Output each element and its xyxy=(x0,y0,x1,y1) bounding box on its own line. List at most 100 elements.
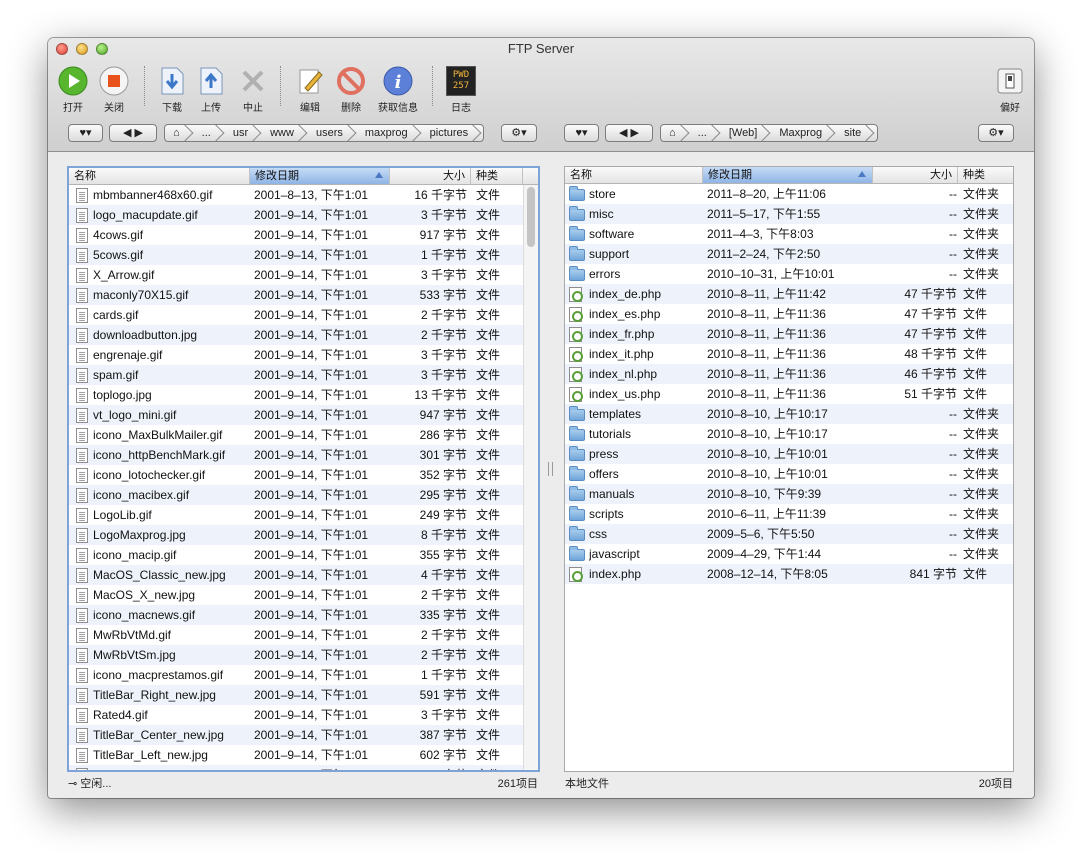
column-size-header[interactable]: 大小 xyxy=(873,167,958,183)
column-modified-header[interactable]: 修改日期 xyxy=(703,167,873,183)
list-item[interactable]: index_nl.php 2010–8–11, 上午11:36 46 千字节 文件 xyxy=(565,364,1013,384)
folder-icon xyxy=(569,486,585,501)
list-item[interactable]: vt_logo_mini.gif 2001–9–14, 下午1:01 947 字节文… xyxy=(69,405,538,425)
log-button[interactable]: PWD 257 日志 xyxy=(439,64,483,114)
list-item[interactable]: icono_macprestamos.gif 2001–9–14, 下午1:01 1… xyxy=(69,665,538,685)
remote-history-nav[interactable]: ◀ ▶ xyxy=(109,124,157,142)
upload-button[interactable]: 上传 xyxy=(189,64,233,114)
breadcrumb-item[interactable]: ... xyxy=(684,125,715,141)
file-date: 2001–9–15, 下午1:01 xyxy=(254,765,389,770)
breadcrumb-item[interactable]: usr xyxy=(219,125,256,141)
list-item[interactable]: mbmbanner468x60.gif 2001–8–13, 下午1:01 16 千… xyxy=(69,185,538,205)
list-item[interactable]: downloadbutton.jpg 2001–9–14, 下午1:01 2 千字节… xyxy=(69,325,538,345)
list-item[interactable]: spam.gif 2001–9–14, 下午1:01 3 千字节 文件 xyxy=(69,365,538,385)
local-file-list[interactable]: 名称 修改日期 大小 种类 store 2011–8–20, 上午11:06 -- 文… xyxy=(564,166,1014,772)
remote-favorites-button[interactable]: ♥▾ xyxy=(68,124,103,142)
list-item[interactable]: cards.gif 2001–9–14, 下午1:01 2 千字节 文件 xyxy=(69,305,538,325)
list-item[interactable]: offers 2010–8–10, 上午10:01 -- 文件夹 xyxy=(565,464,1013,484)
list-item[interactable]: javascript 2009–4–29, 下午1:44 -- 文件夹 xyxy=(565,544,1013,564)
list-item[interactable]: icono_macip.gif 2001–9–14, 下午1:01 355 字节 文件 xyxy=(69,545,538,565)
list-item[interactable]: icono_MaxBulkMailer.gif 2001–9–14, 下午1:01… xyxy=(69,425,538,445)
list-item[interactable]: TitleBar_Right_new.jpg 2001–9–14, 下午1:01 5… xyxy=(69,685,538,705)
list-item[interactable]: icono_macibex.gif 2001–9–14, 下午1:01 295 字节… xyxy=(69,485,538,505)
list-item[interactable]: templates 2010–8–10, 上午10:17 -- 文件夹 xyxy=(565,404,1013,424)
edit-button[interactable]: 编辑 xyxy=(288,64,332,114)
list-item[interactable]: MacOS_X_new.jpg 2001–9–14, 下午1:01 2 千字节 文件 xyxy=(69,585,538,605)
list-item[interactable]: index.php 2008–12–14, 下午8:05 841 字节 文件 xyxy=(565,564,1013,584)
list-item[interactable]: tutorials 2010–8–10, 上午10:17 -- 文件夹 xyxy=(565,424,1013,444)
local-favorites-button[interactable]: ♥▾ xyxy=(564,124,599,142)
remote-scrollbar[interactable] xyxy=(523,185,538,770)
pane-splitter[interactable] xyxy=(548,462,553,476)
file-name: LogoMaxprog.jpg xyxy=(93,528,186,542)
list-item[interactable]: engrenaje.gif 2001–9–14, 下午1:01 3 千字节 文件 xyxy=(69,345,538,365)
plug-icon: ⊸ xyxy=(68,778,78,790)
download-button[interactable]: 下载 xyxy=(150,64,194,114)
list-item[interactable]: Rated4.gif 2001–9–14, 下午1:01 3 千字节 文件 xyxy=(69,705,538,725)
list-item[interactable]: 4cows.gif 2001–9–14, 下午1:01 917 字节 文件 xyxy=(69,225,538,245)
column-modified-header[interactable]: 修改日期 xyxy=(250,168,390,184)
list-item[interactable]: TitleBar_Center.jpg 2001–9–15, 下午1:01417 … xyxy=(69,765,538,770)
list-item[interactable]: LogoLib.gif 2001–9–14, 下午1:01 249 字节 文件 xyxy=(69,505,538,525)
home-icon[interactable]: ⌂ xyxy=(165,125,188,141)
breadcrumb-item[interactable]: site xyxy=(830,125,869,141)
local-history-nav[interactable]: ◀ ▶ xyxy=(605,124,653,142)
list-item[interactable]: icono_lotochecker.gif 2001–9–14, 下午1:01 35… xyxy=(69,465,538,485)
list-item[interactable]: X_Arrow.gif 2001–9–14, 下午1:01 3 千字节 文件 xyxy=(69,265,538,285)
column-name-header[interactable]: 名称 xyxy=(69,168,250,184)
column-kind-header[interactable]: 种类 xyxy=(958,167,1013,183)
list-item[interactable]: press 2010–8–10, 上午10:01 -- 文件夹 xyxy=(565,444,1013,464)
list-item[interactable]: index_de.php 2010–8–11, 上午11:42 47 千字节 文件 xyxy=(565,284,1013,304)
remote-action-menu[interactable]: ⚙▾ xyxy=(501,124,537,142)
list-item[interactable]: LogoMaxprog.jpg 2001–9–14, 下午1:01 8 千字节 文件 xyxy=(69,525,538,545)
list-item[interactable]: TitleBar_Left_new.jpg 2001–9–14, 下午1:01 60… xyxy=(69,745,538,765)
file-kind: 文件 xyxy=(963,387,988,401)
breadcrumb-item[interactable]: pictures xyxy=(416,125,477,141)
list-item[interactable]: errors 2010–10–31, 上午10:01 -- 文件夹 xyxy=(565,264,1013,284)
column-kind-header[interactable]: 种类 xyxy=(471,168,523,184)
close-connection-button[interactable]: 关闭 xyxy=(92,64,136,114)
breadcrumb-item[interactable]: [Web] xyxy=(715,125,766,141)
breadcrumb-item[interactable]: maxprog xyxy=(351,125,416,141)
list-item[interactable]: MwRbVtMd.gif 2001–9–14, 下午1:01 2 千字节 文件 xyxy=(69,625,538,645)
list-item[interactable]: css 2009–5–6, 下午5:50 -- 文件夹 xyxy=(565,524,1013,544)
column-name-header[interactable]: 名称 xyxy=(565,167,703,183)
breadcrumb-item[interactable]: www xyxy=(256,125,302,141)
list-item[interactable]: store 2011–8–20, 上午11:06 -- 文件夹 xyxy=(565,184,1013,204)
preferences-button[interactable]: 偏好 xyxy=(988,64,1032,114)
list-item[interactable]: icono_httpBenchMark.gif 2001–9–14, 下午1:01… xyxy=(69,445,538,465)
breadcrumb-item[interactable]: ... xyxy=(188,125,219,141)
file-date: 2001–9–14, 下午1:01 xyxy=(254,748,369,762)
file-date: 2001–9–14, 下午1:01 xyxy=(254,668,369,682)
get-info-button[interactable]: i 获取信息 xyxy=(374,64,422,114)
list-item[interactable]: manuals 2010–8–10, 下午9:39 -- 文件夹 xyxy=(565,484,1013,504)
list-item[interactable]: index_it.php 2010–8–11, 上午11:36 48 千字节 文件 xyxy=(565,344,1013,364)
list-item[interactable]: index_fr.php 2010–8–11, 上午11:36 47 千字节 文件 xyxy=(565,324,1013,344)
list-item[interactable]: index_es.php 2010–8–11, 上午11:36 47 千字节 文件 xyxy=(565,304,1013,324)
file-date: 2010–8–11, 上午11:36 xyxy=(707,367,826,381)
stop-transfer-button[interactable]: 中止 xyxy=(231,64,275,114)
list-item[interactable]: MwRbVtSm.jpg 2001–9–14, 下午1:01 2 千字节 文件 xyxy=(69,645,538,665)
remote-file-list[interactable]: 名称 修改日期 大小 种类 mbmbanner468x60.gif 2001–8–… xyxy=(67,166,540,772)
list-item[interactable]: logo_macupdate.gif 2001–9–14, 下午1:01 3 千字节… xyxy=(69,205,538,225)
column-size-header[interactable]: 大小 xyxy=(390,168,471,184)
list-item[interactable]: maconly70X15.gif 2001–9–14, 下午1:01 533 字节文… xyxy=(69,285,538,305)
list-item[interactable]: misc 2011–5–17, 下午1:55 -- 文件夹 xyxy=(565,204,1013,224)
breadcrumb-item[interactable]: users xyxy=(302,125,351,141)
breadcrumb-item[interactable]: Maxprog xyxy=(765,125,830,141)
list-item[interactable]: software 2011–4–3, 下午8:03 -- 文件夹 xyxy=(565,224,1013,244)
scrollbar-thumb[interactable] xyxy=(527,187,535,247)
delete-button[interactable]: 删除 xyxy=(329,64,373,114)
local-action-menu[interactable]: ⚙▾ xyxy=(978,124,1014,142)
list-item[interactable]: index_us.php 2010–8–11, 上午11:36 51 千字节 文件 xyxy=(565,384,1013,404)
list-item[interactable]: toplogo.jpg 2001–9–14, 下午1:01 13 千字节 文件 xyxy=(69,385,538,405)
list-item[interactable]: scripts 2010–6–11, 上午11:39 -- 文件夹 xyxy=(565,504,1013,524)
file-name: index_it.php xyxy=(589,347,654,361)
open-button[interactable]: 打开 xyxy=(51,64,95,114)
list-item[interactable]: support 2011–2–24, 下午2:50 -- 文件夹 xyxy=(565,244,1013,264)
home-icon[interactable]: ⌂ xyxy=(661,125,684,141)
list-item[interactable]: MacOS_Classic_new.jpg 2001–9–14, 下午1:01 4 … xyxy=(69,565,538,585)
list-item[interactable]: TitleBar_Center_new.jpg 2001–9–14, 下午1:01… xyxy=(69,725,538,745)
list-item[interactable]: icono_macnews.gif 2001–9–14, 下午1:01 335 字节… xyxy=(69,605,538,625)
list-item[interactable]: 5cows.gif 2001–9–14, 下午1:01 1 千字节 文件 xyxy=(69,245,538,265)
